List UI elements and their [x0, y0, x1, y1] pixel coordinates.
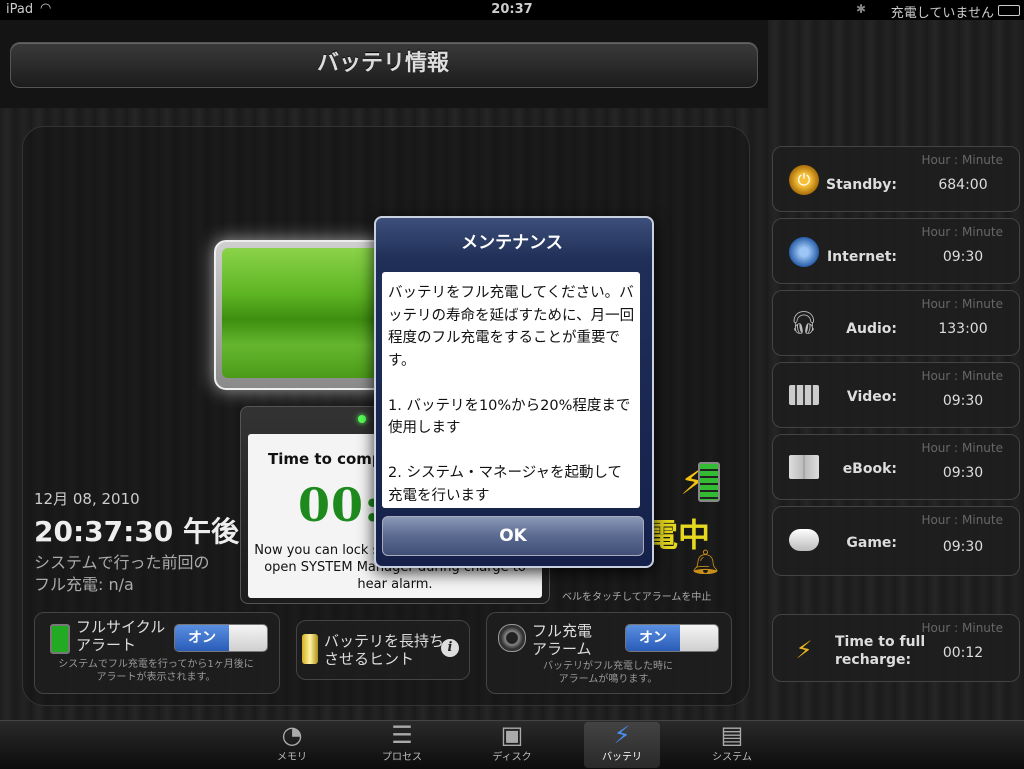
usage-card-recharge: Hour : Minute ⚡ Time to full recharge: 0…: [772, 614, 1020, 682]
memory-icon: ◔: [281, 721, 303, 749]
full-cycle-desc-line2: アラートが表示されます。: [96, 672, 216, 683]
battery-tips-title: バッテリを長持ち させるヒント: [324, 632, 444, 668]
usage-label: Audio:: [846, 321, 897, 337]
tab-label: メモリ: [277, 752, 307, 763]
battery-tips-line1: バッテリを長持ち: [324, 632, 445, 650]
unit-label: Hour : Minute: [921, 225, 1003, 239]
usage-card-audio: Hour : Minute 🎧︎ Audio: 133:00: [772, 290, 1020, 356]
current-time: 20:37:30 午後: [34, 515, 240, 548]
usage-label: Video:: [846, 389, 897, 405]
full-cycle-alert-description: システムでフル充電を行ってから1ヶ月後に アラートが表示されます。: [38, 658, 274, 684]
recharge-label-line1: Time to full: [835, 634, 926, 650]
usage-value: 09:30: [942, 249, 984, 265]
battery-small-icon: [50, 624, 70, 654]
toggle-knob: [680, 625, 718, 651]
usage-value: 09:30: [942, 393, 984, 409]
timer-indicator-light: [358, 415, 366, 423]
timer-title: Time to comp: [268, 450, 383, 468]
usage-value: 684:00: [938, 177, 988, 193]
unit-label: Hour : Minute: [921, 441, 1003, 455]
tab-process[interactable]: ☰ プロセス: [364, 722, 440, 768]
usage-label: eBook:: [842, 461, 897, 477]
computer-icon: ▤: [720, 721, 744, 749]
tab-memory[interactable]: ◔ メモリ: [254, 722, 330, 768]
battery-tips-line2: させるヒント: [324, 650, 415, 668]
ok-button[interactable]: OK: [382, 516, 644, 556]
unit-label: Hour : Minute: [921, 369, 1003, 383]
usage-label: Standby:: [826, 177, 897, 193]
toggle-on-label: オン: [626, 625, 680, 651]
toggle-on-label: オン: [175, 625, 229, 651]
charging-status: 充電していません: [890, 6, 994, 21]
current-date: 12月 08, 2010: [34, 490, 140, 508]
timer-digits: 00:: [298, 478, 382, 532]
usage-value: 09:30: [942, 539, 984, 555]
bluetooth-icon: ✱: [855, 2, 866, 16]
battery-tip-icon: [302, 634, 318, 664]
recharge-label-line2: recharge:: [835, 652, 912, 668]
info-icon[interactable]: i: [441, 639, 459, 657]
bell-hint: ベルをタッチしてアラームを中止: [562, 592, 712, 603]
page-title: バッテリ情報: [316, 51, 449, 76]
tab-label: ディスク: [492, 752, 532, 763]
unit-label: Hour : Minute: [921, 297, 1003, 311]
usage-value: 133:00: [938, 321, 988, 337]
dialog-message: バッテリをフル充電してください。バッテリの寿命を延ばすために、月一回程度のフル充…: [388, 285, 635, 504]
full-cycle-alert-toggle[interactable]: オン: [174, 624, 268, 652]
unit-label: Hour : Minute: [921, 513, 1003, 527]
usage-label: Game:: [846, 535, 897, 551]
alarm-speaker-icon: [498, 624, 526, 652]
last-full-charge: システムで行った前回の フル充電: n/a: [34, 552, 210, 596]
full-cycle-desc-line1: システムでフル充電を行ってから1ヶ月後に: [58, 659, 254, 670]
full-charge-alarm-desc-line1: バッテリがフル充電した時に: [543, 661, 673, 672]
full-charge-alarm-title: フル充電 アラーム: [532, 622, 592, 658]
process-list-icon: ☰: [391, 721, 413, 749]
bell-icon[interactable]: 🔔︎: [690, 548, 720, 576]
tab-battery[interactable]: ⚡ バッテリ: [584, 722, 660, 768]
toggle-knob: [229, 625, 267, 651]
disk-icon: ▣: [500, 721, 524, 749]
recharge-value: 00:12: [942, 645, 984, 661]
last-full-charge-line2: フル充電: n/a: [34, 575, 134, 594]
tab-disk[interactable]: ▣ ディスク: [474, 722, 550, 768]
unit-label: Hour : Minute: [921, 153, 1003, 167]
battery-charge-icon: [698, 462, 720, 502]
usage-card-video: Hour : Minute Video: 09:30: [772, 362, 1020, 428]
full-cycle-alert-title: フルサイクル アラート: [76, 618, 165, 654]
usage-label: Internet:: [826, 249, 897, 265]
full-charge-alarm-toggle[interactable]: オン: [625, 624, 719, 652]
tab-system[interactable]: ▤ システム: [694, 722, 770, 768]
dialog-title: メンテナンス: [461, 233, 563, 253]
last-full-charge-line1: システムで行った前回の: [34, 553, 210, 572]
full-charge-alarm-desc-line2: アラームが鳴ります。: [558, 674, 658, 685]
full-charge-alarm-description: バッテリがフル充電した時に アラームが鳴ります。: [490, 660, 726, 686]
tab-label: システム: [712, 752, 752, 763]
full-cycle-title-line1: フルサイクル: [76, 618, 166, 636]
recharge-icon: ⚡: [795, 636, 813, 664]
bolt-icon: ⚡: [613, 721, 631, 749]
usage-value: 09:30: [942, 465, 984, 481]
usage-card-game: Hour : Minute Game: 09:30: [772, 506, 1020, 576]
usage-card-ebook: Hour : Minute eBook: 09:30: [772, 434, 1020, 500]
full-charge-alarm-line2: アラーム: [532, 640, 592, 658]
battery-status-icon: [998, 5, 1020, 16]
usage-card-standby: Hour : Minute ⏻ Standby: 684:00: [772, 146, 1020, 212]
tab-label: バッテリ: [602, 752, 642, 763]
recharge-label: Time to full recharge:: [835, 633, 935, 669]
usage-card-internet: Hour : Minute Internet: 09:30: [772, 218, 1020, 284]
tab-label: プロセス: [382, 752, 422, 763]
full-cycle-title-line2: アラート: [76, 636, 137, 654]
full-charge-alarm-line1: フル充電: [532, 622, 593, 640]
status-time: 20:37: [491, 2, 533, 17]
status-bar: iPad ◠ 20:37 ✱ 充電していません: [0, 0, 1024, 21]
